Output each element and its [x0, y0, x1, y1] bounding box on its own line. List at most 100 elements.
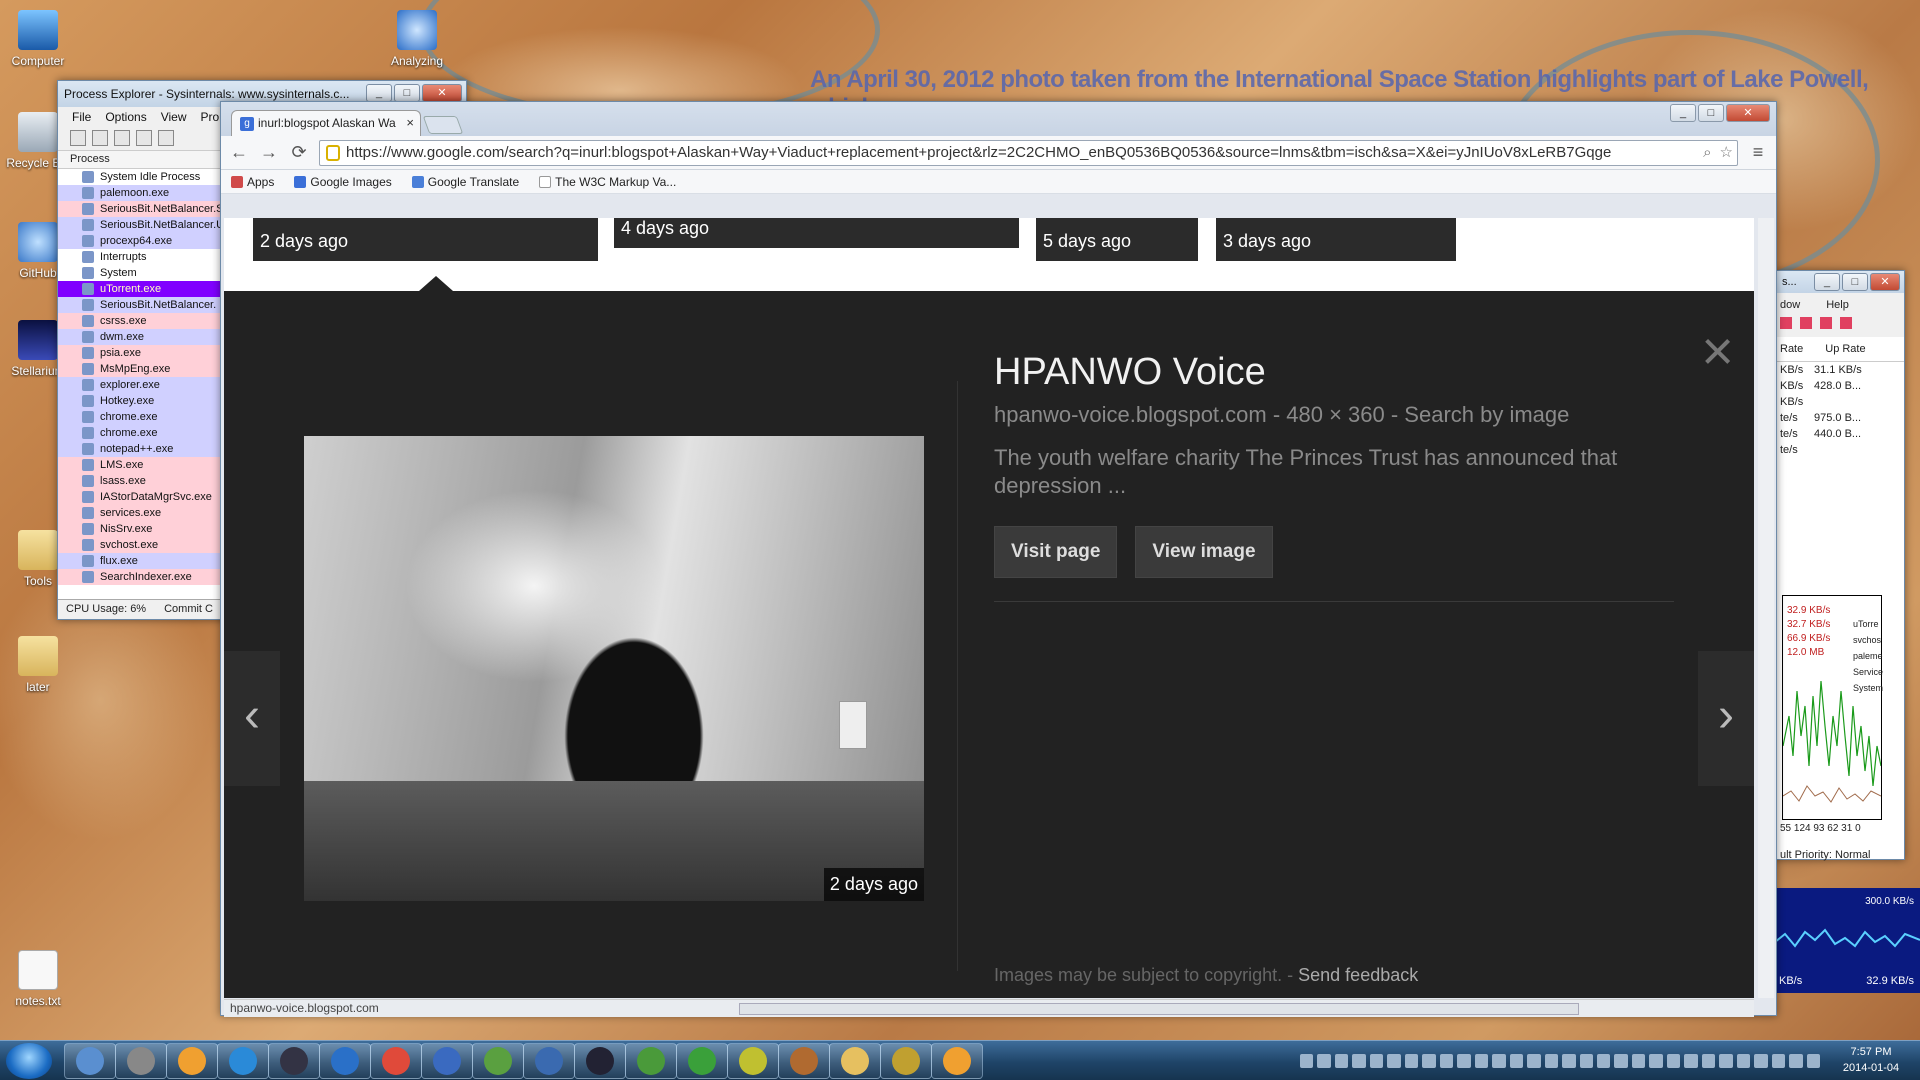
netbalancer-titlebar[interactable]: s... _ □ ✕ — [1776, 271, 1904, 293]
tray-icon[interactable] — [1754, 1054, 1768, 1068]
tray-icon[interactable] — [1492, 1054, 1506, 1068]
menu-help[interactable]: Help — [1826, 299, 1849, 311]
netbalancer-row[interactable]: KB/s — [1776, 394, 1904, 410]
close-button[interactable]: ✕ — [422, 84, 462, 102]
back-icon[interactable]: ← — [229, 142, 249, 163]
tray-icon[interactable] — [1806, 1054, 1821, 1068]
next-arrow-icon[interactable]: › — [1698, 651, 1754, 786]
tray-icon[interactable] — [1684, 1054, 1698, 1068]
maximize-button[interactable]: □ — [1698, 104, 1724, 122]
tray-icon[interactable] — [1509, 1054, 1524, 1068]
result-thumbnail[interactable]: 2 days ago — [253, 218, 598, 261]
view-image-button[interactable]: View image — [1135, 526, 1273, 578]
address-bar[interactable]: https://www.google.com/search?q=inurl:bl… — [319, 139, 1738, 166]
taskbar-button[interactable] — [370, 1043, 422, 1079]
tab-google-images[interactable]: g inurl:blogspot Alaskan Wa × — [231, 110, 421, 136]
preview-image[interactable]: 2 days ago — [304, 436, 924, 901]
tray-icon[interactable] — [1300, 1054, 1314, 1068]
taskbar-button[interactable] — [268, 1043, 320, 1079]
tray-icon[interactable] — [1457, 1054, 1471, 1068]
minimize-button[interactable]: _ — [1814, 273, 1840, 291]
tray-icon[interactable] — [1631, 1054, 1646, 1068]
taskbar-button[interactable] — [931, 1043, 983, 1079]
menu-window[interactable]: dow — [1780, 299, 1800, 311]
bookmark-apps[interactable]: Apps — [231, 175, 274, 189]
priority-icon[interactable] — [1780, 317, 1792, 329]
taskbar-button[interactable] — [421, 1043, 473, 1079]
taskbar-button[interactable] — [676, 1043, 728, 1079]
taskbar-button[interactable] — [319, 1043, 371, 1079]
menu-file[interactable]: File — [72, 110, 91, 124]
preview-title[interactable]: HPANWO Voice — [994, 351, 1694, 394]
tray-icon[interactable] — [1404, 1054, 1419, 1068]
tray-icon[interactable] — [1736, 1054, 1751, 1068]
minimize-button[interactable]: _ — [1670, 104, 1696, 122]
result-thumbnail[interactable]: 4 days ago — [614, 218, 1019, 248]
tray-icon[interactable] — [1789, 1054, 1803, 1068]
col-up-rate[interactable]: Up Rate — [1825, 343, 1865, 355]
close-button[interactable]: ✕ — [1870, 273, 1900, 291]
tray-icon[interactable] — [1369, 1054, 1384, 1068]
tray-icon[interactable] — [1596, 1054, 1611, 1068]
new-tab-button[interactable] — [422, 116, 464, 134]
taskbar-button[interactable] — [574, 1043, 626, 1079]
tray-icon[interactable] — [1317, 1054, 1331, 1068]
tray-icon[interactable] — [1614, 1054, 1628, 1068]
maximize-button[interactable]: □ — [394, 84, 420, 102]
priority-icon[interactable] — [1800, 317, 1812, 329]
tray-icon[interactable] — [1719, 1054, 1733, 1068]
tray-icon[interactable] — [1387, 1054, 1401, 1068]
desktop-icon-notes[interactable]: notes.txt — [0, 950, 83, 1008]
bookmark-w3c-validator[interactable]: The W3C Markup Va... — [539, 175, 676, 189]
tray-icon[interactable] — [1439, 1054, 1454, 1068]
menu-process[interactable]: Pro — [201, 110, 220, 124]
taskbar-button[interactable] — [778, 1043, 830, 1079]
desktop-icon-computer[interactable]: Computer — [0, 10, 83, 68]
netbalancer-row[interactable]: KB/s 31.1 KB/s — [1776, 362, 1904, 378]
close-preview-icon[interactable]: × — [1701, 323, 1734, 379]
tray-icon[interactable] — [1334, 1054, 1349, 1068]
clock[interactable]: 7:57 PM 2014-01-04 — [1836, 1044, 1906, 1076]
previous-arrow-icon[interactable]: ‹ — [224, 651, 280, 786]
tray-icon[interactable] — [1771, 1054, 1786, 1068]
save-icon[interactable] — [70, 130, 86, 146]
properties-icon[interactable] — [136, 130, 152, 146]
result-thumbnail[interactable]: 3 days ago — [1216, 218, 1456, 261]
star-icon[interactable]: ☆ — [1720, 141, 1733, 165]
tray-icon[interactable] — [1474, 1054, 1489, 1068]
preview-meta[interactable]: hpanwo-voice.blogspot.com - 480 × 360 - … — [994, 402, 1694, 428]
taskbar-button[interactable] — [217, 1043, 269, 1079]
chrome-window[interactable]: g inurl:blogspot Alaskan Wa × _ □ ✕ ← → ⟳ … — [220, 101, 1777, 1017]
tray-icon[interactable] — [1562, 1054, 1576, 1068]
bookmark-google-images[interactable]: Google Images — [294, 175, 392, 189]
netbalancer-row[interactable]: te/s 975.0 B... — [1776, 410, 1904, 426]
netbalancer-row[interactable]: te/s — [1776, 442, 1904, 458]
priority-icon[interactable] — [1820, 317, 1832, 329]
bookmark-google-translate[interactable]: Google Translate — [411, 175, 519, 189]
refresh-icon[interactable] — [92, 130, 108, 146]
taskbar-button[interactable] — [64, 1043, 116, 1079]
netbalancer-row[interactable]: KB/s 428.0 B... — [1776, 378, 1904, 394]
start-button[interactable] — [6, 1043, 52, 1079]
taskbar-button[interactable] — [625, 1043, 677, 1079]
close-button[interactable]: ✕ — [1726, 104, 1770, 122]
send-feedback-link[interactable]: Send feedback — [1298, 965, 1418, 985]
tray-icon[interactable] — [1352, 1054, 1366, 1068]
taskbar-button[interactable] — [829, 1043, 881, 1079]
visit-page-button[interactable]: Visit page — [994, 526, 1118, 578]
taskbar-button[interactable] — [727, 1043, 779, 1079]
desktop-icon-analyzing[interactable]: Analyzing — [372, 10, 462, 68]
tray-icon[interactable] — [1666, 1054, 1681, 1068]
taskbar-button[interactable] — [880, 1043, 932, 1079]
tray-icon[interactable] — [1544, 1054, 1559, 1068]
tray-icon[interactable] — [1579, 1054, 1593, 1068]
col-rate[interactable]: Rate — [1780, 343, 1803, 355]
result-thumbnail[interactable]: 5 days ago — [1036, 218, 1198, 261]
taskbar-button[interactable] — [166, 1043, 218, 1079]
desktop-icon-later[interactable]: later — [0, 636, 83, 694]
tray-icon[interactable] — [1422, 1054, 1436, 1068]
netbalancer-row[interactable]: te/s 440.0 B... — [1776, 426, 1904, 442]
vertical-scrollbar[interactable] — [1758, 218, 1774, 998]
taskbar-button[interactable] — [472, 1043, 524, 1079]
tab-close-icon[interactable]: × — [406, 115, 414, 130]
